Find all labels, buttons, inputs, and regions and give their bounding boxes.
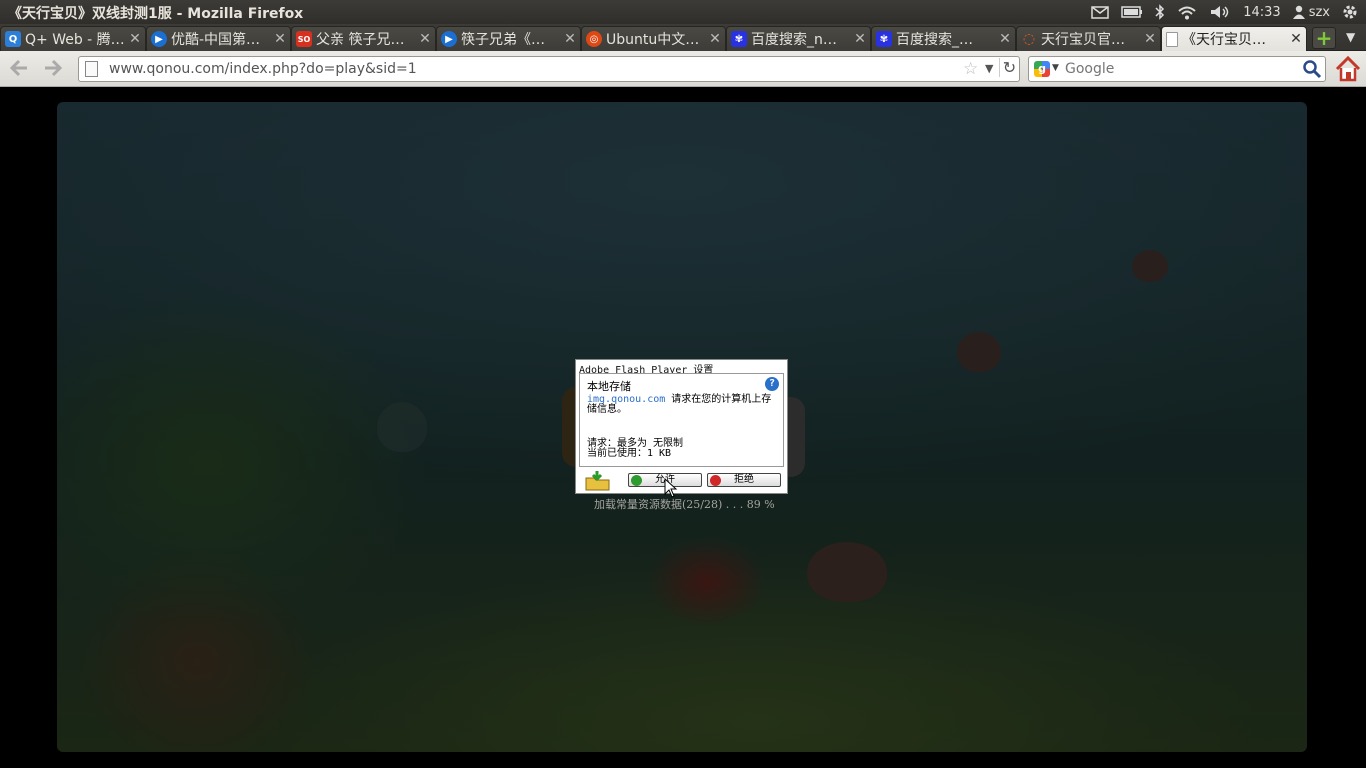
close-icon[interactable]: ✕ bbox=[707, 31, 723, 47]
ubuntu-icon: ◎ bbox=[586, 31, 602, 47]
flash-message: img.qonou.com 请求在您的计算机上存储信息。 bbox=[587, 395, 779, 415]
mouse-cursor-icon bbox=[664, 478, 678, 498]
new-tab-button[interactable]: + bbox=[1312, 27, 1336, 49]
tab-tianxing-official[interactable]: ◌ 天行宝贝官… ✕ bbox=[1016, 26, 1161, 51]
tab-title: 百度搜索_n… bbox=[751, 32, 837, 48]
check-icon bbox=[631, 475, 642, 486]
system-indicators: 14:33 szx bbox=[1091, 0, 1358, 24]
flash-storage-panel: 本地存储 ? img.qonou.com 请求在您的计算机上存储信息。 请求：最… bbox=[579, 373, 784, 467]
tab-youku[interactable]: ▶ 优酷-中国第… ✕ bbox=[146, 26, 291, 51]
deny-button[interactable]: 拒绝 bbox=[707, 473, 781, 487]
bluetooth-icon[interactable] bbox=[1155, 4, 1165, 20]
volume-icon[interactable] bbox=[1209, 4, 1231, 20]
folder-download-icon bbox=[585, 471, 610, 491]
tab-strip: Q Q+ Web - 腾… ✕ ▶ 优酷-中国第… ✕ SO 父亲 筷子兄… ✕… bbox=[0, 24, 1366, 51]
reload-icon[interactable]: ↻ bbox=[999, 58, 1019, 77]
search-icon[interactable] bbox=[1302, 59, 1322, 79]
tab-baidu[interactable]: ✾ 百度搜索_n… ✕ bbox=[726, 26, 871, 51]
close-icon[interactable]: ✕ bbox=[1142, 31, 1158, 47]
back-button[interactable] bbox=[6, 57, 32, 81]
qplus-icon: Q bbox=[5, 31, 21, 47]
google-icon[interactable]: g bbox=[1034, 61, 1050, 77]
battery-icon[interactable] bbox=[1121, 6, 1143, 18]
tab-title: 父亲 筷子兄… bbox=[316, 32, 405, 48]
bookmark-star-icon[interactable]: ☆ bbox=[963, 59, 978, 79]
close-icon[interactable]: ✕ bbox=[997, 31, 1013, 47]
balloon-decoration bbox=[1132, 250, 1168, 282]
tab-list-icon[interactable]: ▼ bbox=[1346, 30, 1355, 44]
tab-title: Ubuntu中文… bbox=[606, 32, 700, 48]
loading-icon: ◌ bbox=[1022, 31, 1036, 47]
flash-usage-line: 当前已使用：1 KB bbox=[587, 448, 672, 459]
mail-icon[interactable] bbox=[1091, 5, 1109, 19]
close-icon[interactable]: ✕ bbox=[127, 31, 143, 47]
tab-title: 优酷-中国第… bbox=[171, 32, 261, 48]
tab-title: 天行宝贝官… bbox=[1041, 32, 1125, 48]
baidu-icon: ✾ bbox=[731, 31, 747, 47]
user-menu[interactable]: szx bbox=[1292, 4, 1330, 20]
gear-icon[interactable] bbox=[1342, 4, 1358, 20]
url-bar[interactable]: www.qonou.com/index.php?do=play&sid=1 ☆ … bbox=[78, 56, 1020, 82]
tab-title: 筷子兄弟《… bbox=[461, 32, 545, 48]
user-icon bbox=[1292, 5, 1305, 19]
tab-baidu-2[interactable]: ✾ 百度搜索_… ✕ bbox=[871, 26, 1016, 51]
window-title: 《天行宝贝》双线封测1服 - Mozilla Firefox bbox=[8, 6, 304, 22]
close-icon[interactable]: ✕ bbox=[417, 31, 433, 47]
deny-icon bbox=[710, 475, 721, 486]
search-engine-dropdown-icon[interactable]: ▼ bbox=[1052, 63, 1059, 73]
help-icon[interactable]: ? bbox=[765, 377, 779, 391]
url-dropdown-icon[interactable]: ▼ bbox=[985, 62, 993, 75]
tab-title: 百度搜索_… bbox=[896, 32, 973, 48]
tab-soku[interactable]: SO 父亲 筷子兄… ✕ bbox=[291, 26, 436, 51]
url-text[interactable]: www.qonou.com/index.php?do=play&sid=1 bbox=[109, 61, 417, 77]
tab-tianxing-game[interactable]: 《天行宝贝… ✕ bbox=[1161, 26, 1307, 51]
flash-settings-dialog: Adobe Flash Player 设置 本地存储 ? img.qonou.c… bbox=[575, 359, 788, 494]
balloon-decoration bbox=[957, 332, 1001, 372]
youku-icon: ▶ bbox=[441, 31, 457, 47]
forward-arrow-icon bbox=[45, 59, 63, 77]
flash-request-info: 请求：最多为 无限制 当前已使用：1 KB bbox=[587, 439, 683, 459]
home-icon[interactable] bbox=[1334, 55, 1362, 83]
title-bar: 《天行宝贝》双线封测1服 - Mozilla Firefox 14:33 szx bbox=[0, 0, 1366, 24]
soku-icon: SO bbox=[296, 31, 312, 47]
youku-icon: ▶ bbox=[151, 31, 167, 47]
search-bar[interactable]: g ▼ bbox=[1028, 56, 1326, 82]
tab-title: Q+ Web - 腾… bbox=[25, 32, 125, 48]
tab-youku-2[interactable]: ▶ 筷子兄弟《… ✕ bbox=[436, 26, 581, 51]
close-icon[interactable]: ✕ bbox=[272, 31, 288, 47]
back-arrow-icon bbox=[9, 59, 27, 77]
tab-title: 《天行宝贝… bbox=[1182, 32, 1266, 48]
balloon-decoration bbox=[377, 402, 427, 452]
tab-qplus[interactable]: Q Q+ Web - 腾… ✕ bbox=[0, 26, 146, 51]
deny-label: 拒绝 bbox=[734, 474, 754, 485]
search-input[interactable] bbox=[1065, 60, 1295, 78]
flash-section-title: 本地存储 bbox=[587, 380, 631, 393]
balloon-decoration bbox=[807, 542, 887, 602]
close-icon[interactable]: ✕ bbox=[1288, 31, 1304, 47]
close-icon[interactable]: ✕ bbox=[852, 31, 868, 47]
nav-bar: www.qonou.com/index.php?do=play&sid=1 ☆ … bbox=[0, 51, 1366, 87]
wifi-icon[interactable] bbox=[1177, 5, 1197, 20]
tab-ubuntu[interactable]: ◎ Ubuntu中文… ✕ bbox=[581, 26, 726, 51]
page-icon bbox=[85, 61, 98, 77]
close-icon[interactable]: ✕ bbox=[562, 31, 578, 47]
page-icon bbox=[1166, 31, 1178, 47]
user-name: szx bbox=[1308, 4, 1330, 20]
loading-progress-text: 加载常量资源数据(25/28) . . . 89 % bbox=[594, 498, 775, 511]
baidu-icon: ✾ bbox=[876, 31, 892, 47]
forward-button[interactable] bbox=[40, 57, 66, 81]
clock[interactable]: 14:33 bbox=[1243, 5, 1280, 20]
